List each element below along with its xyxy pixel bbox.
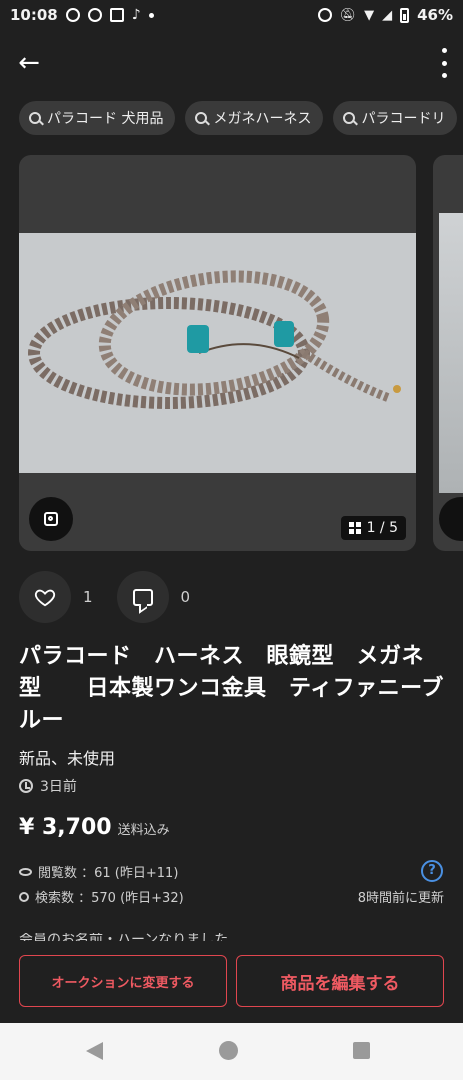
chip-label: パラコード 犬用品 [47,111,164,127]
price-row: ¥ 3,700 送料込み [19,815,170,840]
nav-home-icon[interactable] [219,1041,238,1060]
image-counter: 1 / 5 [340,516,406,540]
nav-back-icon[interactable] [86,1042,103,1060]
image-search-button[interactable] [29,497,73,541]
product-photo[interactable] [19,233,416,473]
grid-icon [348,522,361,534]
next-gallery-card[interactable] [433,155,463,551]
updated-time: 8時間前に更新 [357,891,444,906]
action-bar: オークションに変更する 商品を編集する [0,943,463,1023]
tiktok-icon: ♪ [131,7,141,23]
alarm-icon [317,8,332,22]
battery-level: 46% [417,6,453,24]
search-icon [343,112,356,124]
search-chip[interactable]: パラコード 犬用品 [19,101,176,135]
search-count: 検索数 ：570 (昨日+32) [19,887,184,906]
image-search-icon [44,512,58,526]
like-count: 1 [83,588,93,606]
image-gallery[interactable]: 1 / 5 [19,155,463,551]
wifi-icon: ▼ [364,7,375,23]
search-icon [195,112,208,124]
comment-icon [132,588,153,606]
status-time: 10:08 [10,6,58,24]
related-search-chips: パラコード 犬用品 メガネハーネス パラコードリ [19,101,463,135]
copy-icon [109,8,124,22]
image-counter-text: 1 / 5 [366,520,398,536]
chip-label: メガネハーネス [213,111,312,127]
view-count-text: 閲覧数 ：61 (昨日+11) [38,866,179,881]
battery-icon [400,7,410,23]
shipping-label: 送料込み [117,823,170,838]
clock-icon [19,779,33,793]
signal-icon: ◢ [382,7,393,23]
chip-label: パラコードリ [361,111,446,127]
item-price: ¥ 3,700 [19,815,112,840]
notification-dot-icon [148,12,154,18]
nav-recents-icon[interactable] [353,1042,370,1059]
system-nav-bar [0,1023,463,1080]
image-search-button[interactable] [439,497,463,541]
more-options-icon[interactable] [439,48,449,78]
gallery-card[interactable]: 1 / 5 [19,155,416,551]
back-arrow-icon[interactable]: ← [12,46,46,80]
item-title: パラコード ハーネス 眼鏡型 メガネ型 日本製ワンコ金具 ティファニーブルー [19,644,444,733]
next-product-photo [439,213,463,493]
braided-harness-image [19,233,416,473]
top-app-bar: ← [0,30,463,96]
truncated-notice: 会員のお名前・ハーンなりました [19,933,229,941]
mute-icon: 🔕︎ [339,7,357,23]
check-circle-icon [87,8,102,22]
like-button[interactable] [19,571,71,623]
edit-item-button[interactable]: 商品を編集する [236,955,444,1007]
view-count: 閲覧数 ：61 (昨日+11) [19,862,178,881]
item-condition: 新品、未使用 [19,749,116,768]
search-chip[interactable]: パラコードリ [333,101,458,135]
heart-icon [34,589,56,607]
search-chip[interactable]: メガネハーネス [185,101,324,135]
comment-count: 0 [180,588,191,606]
reactions-row: 1 0 [19,571,214,623]
facebook-icon [65,8,80,22]
eye-icon [19,867,32,876]
change-to-auction-button[interactable]: オークションに変更する [19,955,227,1007]
search-count-text: 検索数 ：570 (昨日+32) [35,891,184,906]
help-icon[interactable]: ? [421,860,443,882]
search-icon [29,112,41,124]
posted-time: 3日前 [19,776,77,796]
posted-time-text: 3日前 [40,779,77,795]
search-icon [19,891,29,902]
status-bar: 10:08 ♪ 🔕︎ ▼ ◢ 46% [0,0,463,30]
comment-button[interactable] [116,571,169,623]
